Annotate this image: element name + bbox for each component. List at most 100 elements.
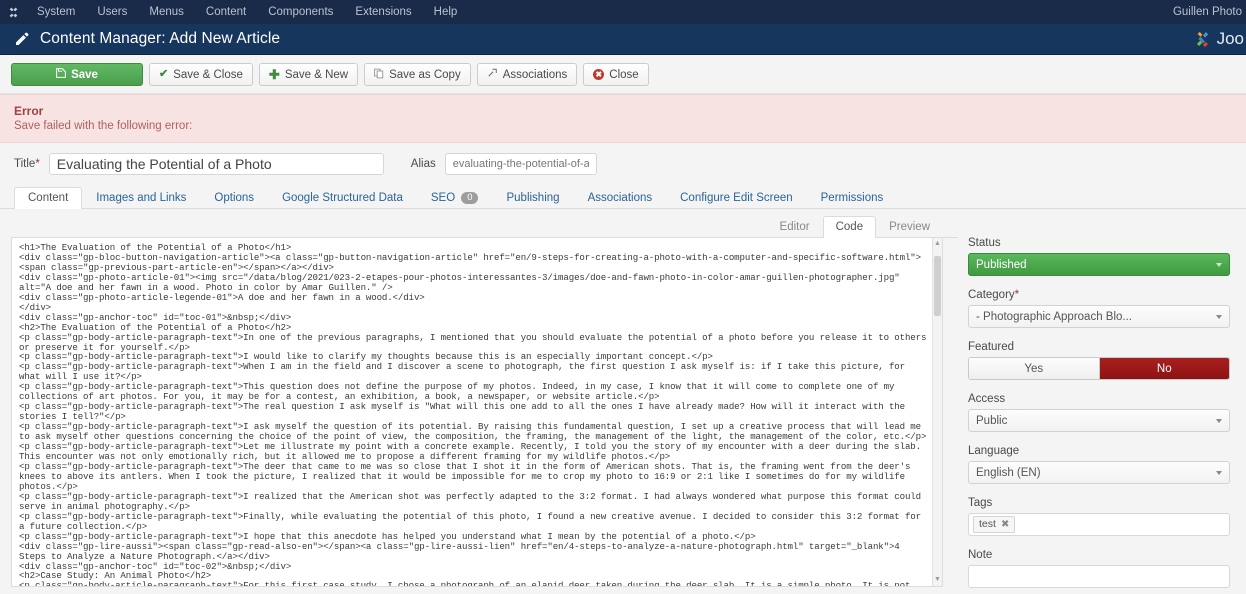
associations-button[interactable]: Associations [476, 63, 578, 86]
status-label: Status [968, 237, 1001, 249]
associations-label: Associations [502, 68, 568, 81]
category-label: Category* [968, 289, 1230, 301]
alias-label: Alias [410, 158, 436, 170]
article-sidebar: Status Published Category* - Photographi… [958, 209, 1246, 594]
save-button[interactable]: Save [11, 63, 143, 86]
tab-seo[interactable]: SEO 0 [417, 187, 493, 210]
editor-mode-preview-label: Preview [889, 221, 930, 233]
save-button-label: Save [71, 68, 98, 81]
language-value: English (EN) [976, 466, 1041, 479]
editor-mode-preview[interactable]: Preview [876, 216, 943, 238]
editor-mode-editor-label: Editor [779, 221, 810, 233]
scroll-up-arrow[interactable]: ▲ [934, 240, 941, 248]
joomla-logo-icon [1196, 31, 1208, 47]
tags-label: Tags [968, 497, 993, 509]
tab-google-structured-data[interactable]: Google Structured Data [268, 187, 417, 209]
tab-options[interactable]: Options [200, 187, 268, 209]
title-input[interactable] [48, 153, 384, 175]
admin-menu-item-system[interactable]: System [26, 0, 86, 24]
tab-permissions[interactable]: Permissions [807, 187, 898, 209]
pencil-icon [14, 31, 30, 47]
save-and-new-label: Save & New [284, 68, 349, 81]
save-as-copy-button[interactable]: Save as Copy [364, 63, 471, 86]
save-as-copy-label: Save as Copy [389, 68, 461, 81]
admin-menu-item-content[interactable]: Content [195, 0, 257, 24]
editor-column: Editor Code Preview <h1>The Evaluation o… [0, 209, 958, 594]
code-editor[interactable]: <h1>The Evaluation of the Potential of a… [11, 238, 943, 587]
title-row: Title* Alias [0, 143, 1246, 184]
save-and-close-button[interactable]: ✔ Save & Close [149, 63, 253, 86]
title-label: Title* [14, 158, 40, 170]
check-icon: ✔ [159, 68, 169, 80]
chevron-down-icon [1216, 314, 1222, 319]
featured-no-option[interactable]: No [1099, 358, 1229, 379]
featured-field: Featured Yes No [968, 341, 1230, 380]
featured-yes-option[interactable]: Yes [969, 358, 1100, 379]
admin-menu-item-components[interactable]: Components [257, 0, 344, 24]
chevron-down-icon [1216, 262, 1222, 267]
alias-input[interactable] [444, 153, 597, 175]
tab-images-and-links[interactable]: Images and Links [82, 187, 200, 209]
admin-menu-item-users[interactable]: Users [86, 0, 138, 24]
error-alert: Error Save failed with the following err… [0, 94, 1246, 143]
main-area: Editor Code Preview <h1>The Evaluation o… [0, 209, 1246, 594]
code-editor-scrollbar[interactable]: ▲ ▼ [932, 238, 942, 586]
language-label: Language [968, 445, 1020, 457]
tags-field: Tags test ✖ [968, 497, 1230, 536]
access-label: Access [968, 393, 1006, 405]
page-header: Content Manager: Add New Article Joo [0, 24, 1246, 55]
tab-options-label: Options [214, 192, 255, 204]
tab-images-and-links-label: Images and Links [96, 192, 187, 204]
tab-associations-label: Associations [587, 192, 653, 204]
featured-toggle[interactable]: Yes No [968, 357, 1230, 380]
editor-mode-tabs: Editor Code Preview [11, 212, 958, 238]
save-and-new-button[interactable]: ✚ Save & New [258, 63, 359, 86]
page-title: Content Manager: Add New Article [40, 30, 281, 47]
language-select[interactable]: English (EN) [968, 461, 1230, 484]
featured-label: Featured [968, 341, 1015, 353]
tab-associations[interactable]: Associations [574, 187, 667, 209]
scroll-down-arrow[interactable]: ▼ [934, 576, 941, 584]
note-label: Note [968, 549, 993, 561]
editor-mode-code-label: Code [835, 221, 864, 233]
title-label-text: Title [14, 158, 36, 170]
close-button[interactable]: ✖ Close [583, 63, 649, 86]
tab-seo-label: SEO [430, 191, 456, 204]
chevron-down-icon [1216, 418, 1222, 423]
admin-menu-bar: System Users Menus Content Components Ex… [0, 0, 1246, 24]
save-icon [56, 68, 66, 81]
status-select[interactable]: Published [968, 253, 1230, 276]
admin-menu-item-extensions[interactable]: Extensions [344, 0, 422, 24]
access-field: Access Public [968, 393, 1230, 432]
tab-configure-edit-screen[interactable]: Configure Edit Screen [666, 187, 807, 209]
tab-seo-badge: 0 [461, 191, 479, 204]
category-value: - Photographic Approach Blo... [976, 310, 1132, 323]
status-value: Published [976, 258, 1027, 271]
access-select[interactable]: Public [968, 409, 1230, 432]
joomla-brand-text: Joo [1216, 29, 1244, 48]
editor-mode-editor[interactable]: Editor [767, 216, 823, 238]
close-x-icon[interactable]: ✖ [1001, 519, 1009, 530]
tag-chip[interactable]: test ✖ [973, 516, 1016, 533]
close-circle-icon: ✖ [593, 69, 605, 80]
article-tabs: Content Images and Links Options Google … [0, 184, 1246, 209]
joomla-logo-icon[interactable] [0, 6, 26, 19]
joomla-brand: Joo [1193, 24, 1246, 54]
tab-publishing-label: Publishing [506, 192, 560, 204]
admin-menu-item-menus[interactable]: Menus [138, 0, 195, 24]
plus-icon: ✚ [268, 67, 280, 82]
site-name-label[interactable]: Guillen Photo [1173, 0, 1246, 24]
close-button-label: Close [609, 68, 639, 81]
category-select[interactable]: - Photographic Approach Blo... [968, 305, 1230, 328]
tab-publishing[interactable]: Publishing [492, 187, 573, 209]
editor-mode-code[interactable]: Code [822, 216, 877, 238]
code-editor-content[interactable]: <h1>The Evaluation of the Potential of a… [12, 238, 942, 586]
note-field: Note [968, 549, 1230, 588]
tab-content[interactable]: Content [14, 187, 83, 209]
tags-input[interactable]: test ✖ [968, 513, 1230, 536]
admin-menu-item-help[interactable]: Help [423, 0, 469, 24]
status-field: Status Published [968, 237, 1230, 276]
note-input[interactable] [968, 565, 1230, 588]
category-label-text: Category [968, 289, 1015, 301]
code-editor-scroll-thumb[interactable] [934, 256, 941, 316]
